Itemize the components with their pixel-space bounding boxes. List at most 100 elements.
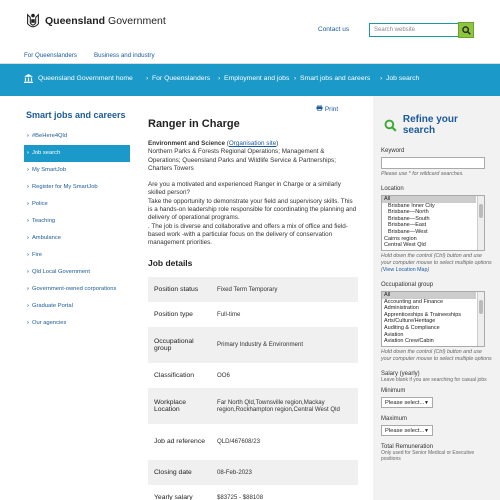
job-description: Are you a motivated and experienced Rang… [148, 181, 358, 247]
sidebar-item-police[interactable]: Police [24, 196, 130, 213]
location-help-text: Hold down the control (Ctrl) button and … [381, 253, 492, 266]
sidebar-item-behere4qld[interactable]: #BeHere4Qld [24, 128, 130, 145]
detail-key: Position status [148, 276, 211, 302]
minimum-salary-select[interactable]: Please select... ▼ [381, 396, 433, 408]
location-scrollbar[interactable] [477, 196, 484, 250]
sidebar-item-register[interactable]: Register for My SmartJob [24, 179, 130, 196]
detail-value: 08-Feb-2023 [211, 459, 358, 485]
occupational-scrollbar[interactable] [477, 292, 484, 346]
department-name: Environment and Science [148, 140, 225, 147]
location-option[interactable]: All [382, 196, 476, 203]
page-title: Ranger in Charge [148, 118, 240, 130]
occupational-group-multiselect[interactable]: All Accounting and Finance Administratio… [381, 291, 485, 347]
detail-key: Classification [154, 371, 195, 379]
sidebar-item-job-search[interactable]: Job search [24, 145, 130, 162]
keyword-input[interactable] [381, 157, 485, 169]
occupational-option[interactable]: Administration [382, 305, 476, 312]
location-option[interactable]: Central West Qld [382, 242, 476, 249]
detail-value: Far North Qld,Townsville region,Mackay r… [211, 387, 358, 424]
breadcrumb-home[interactable]: Queensland Government home [38, 75, 133, 82]
sidebar-item-our-agencies[interactable]: Our agencies [24, 315, 130, 332]
contact-us-link[interactable]: Contact us [318, 26, 349, 33]
government-building-icon [24, 74, 33, 83]
job-details-table: Position status Fixed Term Temporary Pos… [148, 276, 358, 500]
location-option[interactable]: Brisbane—West [382, 229, 476, 236]
minimum-label: Minimum [381, 387, 406, 394]
breadcrumb-separator: › [380, 75, 383, 82]
occupational-option[interactable]: Arts/Culture/Heritage [382, 318, 476, 325]
sidebar-item-goc[interactable]: Government-owned corporations [24, 281, 130, 298]
sidebar-item-teaching[interactable]: Teaching [24, 213, 130, 230]
occupational-option[interactable]: Auditing & Compliance [382, 325, 476, 332]
location-label: Location [381, 186, 404, 192]
logo-text-rest: Government [105, 15, 166, 27]
detail-key: Position type [154, 310, 193, 318]
description-para-2: Take the opportunity to demonstrate your… [148, 197, 357, 222]
occupational-option[interactable]: Aviation Crew/Cabin [382, 338, 476, 345]
occupational-option[interactable]: Aviation [382, 332, 476, 339]
job-details-heading: Job details [148, 257, 193, 268]
site-header: Queensland Government Contact us Search … [0, 0, 500, 46]
detail-value: $83725 - $88108 [217, 493, 264, 500]
keyword-label: Keyword [381, 148, 405, 154]
occupational-option[interactable]: Accounting and Finance [382, 299, 476, 306]
detail-value: QLD/467608/23 [217, 438, 261, 446]
organisation-site-link[interactable]: Organisation site [229, 140, 276, 147]
table-row: Closing date 08-Feb-2023 [148, 459, 358, 485]
table-row: Classification OO6 [148, 363, 358, 388]
search-icon [462, 26, 471, 35]
breadcrumb-separator: › [218, 75, 221, 82]
search-button[interactable] [458, 22, 474, 38]
detail-key: Yearly salary [154, 493, 193, 500]
location-option[interactable]: Brisbane—South [382, 216, 476, 223]
breadcrumb: Queensland Government home › For Queensl… [0, 64, 500, 96]
keyword-help: Please use * for wildcard searches. [381, 171, 464, 177]
breadcrumb-for-queenslanders[interactable]: For Queenslanders [152, 75, 210, 82]
coat-of-arms-icon [27, 13, 39, 28]
description-para-3: . The job is diverse and collaborative a… [148, 222, 348, 247]
search-icon [384, 119, 397, 132]
breadcrumb-employment[interactable]: Employment and jobs [224, 75, 289, 82]
location-help: Hold down the control (Ctrl) button and … [381, 253, 492, 273]
location-option[interactable]: Brisbane—East [382, 222, 476, 229]
sidebar-item-local-government[interactable]: Qld Local Government [24, 264, 130, 281]
sidebar-item-my-smartjob[interactable]: My SmartJob [24, 162, 130, 179]
location-option[interactable]: Cairns region [382, 236, 476, 243]
breadcrumb-job-search: Job search [386, 75, 420, 82]
department-info: Environment and Science (Organisation si… [148, 140, 336, 172]
description-para-1: Are you a motivated and experienced Rang… [148, 181, 341, 197]
business-industry-link[interactable]: Business and industry [94, 52, 155, 59]
total-remuneration-help: Only used for Senior Medical or Executiv… [381, 449, 475, 463]
refine-heading: Refine your search [384, 114, 492, 136]
occupational-option[interactable]: Apprenticeships & Traineeships [382, 312, 476, 319]
sidebar-item-fire[interactable]: Fire [24, 247, 130, 264]
search-input[interactable]: Search website [369, 23, 459, 37]
view-location-map-link[interactable]: View Location Map [383, 267, 428, 273]
occupational-group-label: Occupational group [381, 282, 434, 288]
sidebar-title[interactable]: Smart jobs and careers [26, 110, 130, 120]
maximum-select-value: Please select... [385, 427, 425, 434]
breadcrumb-separator: › [146, 75, 149, 82]
refine-search-panel: Refine your search Keyword Please use * … [373, 96, 500, 500]
location-option[interactable]: Brisbane—North [382, 209, 476, 216]
detail-value: Full-time [217, 310, 241, 318]
department-detail: Northern Parks & Forests Regional Operat… [148, 148, 336, 172]
detail-value: OO6 [217, 371, 230, 379]
occupational-option[interactable]: All [382, 292, 476, 299]
qld-gov-logo[interactable]: Queensland Government [24, 12, 166, 30]
sidebar: Smart jobs and careers #BeHere4Qld Job s… [24, 110, 130, 332]
table-row: Occupational group Primary Industry & En… [148, 326, 358, 363]
detail-value: Primary Industry & Environment [211, 326, 358, 363]
sidebar-item-ambulance[interactable]: Ambulance [24, 230, 130, 247]
detail-key: Workplace Location [148, 387, 211, 424]
maximum-label: Maximum [381, 415, 408, 422]
location-multiselect[interactable]: All Brisbane Inner City Brisbane—North B… [381, 195, 485, 251]
for-queenslanders-link[interactable]: For Queenslanders [24, 52, 77, 59]
detail-key: Closing date [148, 459, 211, 485]
salary-help: Leave blank if you are searching for cas… [381, 377, 487, 383]
detail-key: Occupational group [148, 326, 211, 363]
location-option[interactable]: Brisbane Inner City [382, 203, 476, 210]
maximum-salary-select[interactable]: Please select... ▼ [381, 424, 433, 436]
sidebar-item-graduate-portal[interactable]: Graduate Portal [24, 298, 130, 315]
breadcrumb-smart-jobs[interactable]: Smart jobs and careers [300, 75, 370, 82]
